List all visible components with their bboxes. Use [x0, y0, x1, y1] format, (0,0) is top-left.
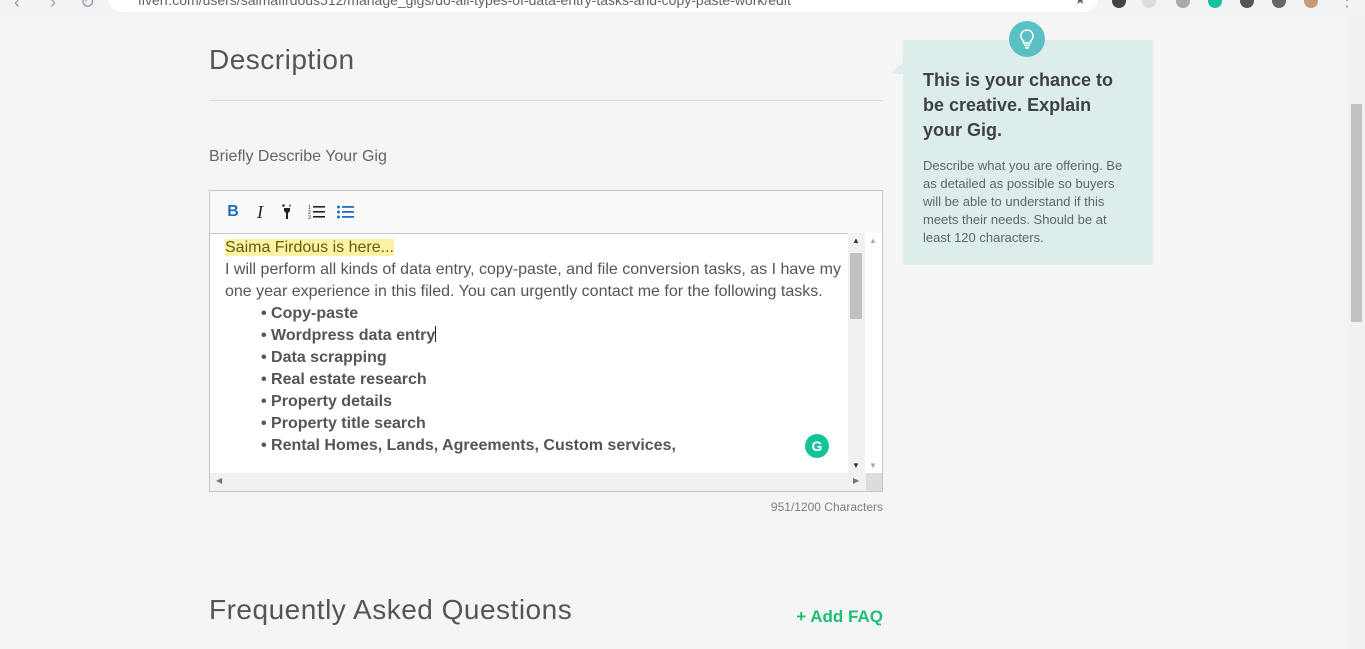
tip-heading: This is your chance to be creative. Expl… [923, 70, 1114, 140]
list-item: Property title search [261, 413, 848, 435]
scroll-down-icon[interactable]: ▼ [852, 461, 860, 470]
intro-highlight: Saima Firdous is here... [225, 239, 394, 256]
tip-box: This is your chance to be creative. Expl… [891, 40, 1153, 265]
italic-icon[interactable]: I [249, 201, 271, 223]
textarea-scrollbar-thumb[interactable] [850, 253, 862, 319]
bullet-list-icon[interactable] [334, 201, 356, 223]
description-editor[interactable]: B I 123 Saima Firdous is here... I will … [209, 190, 883, 492]
bold-icon[interactable]: B [222, 201, 244, 223]
textarea-horizontal-scrollbar[interactable]: ◀ ▶ [210, 473, 866, 491]
extension-icon[interactable] [1240, 0, 1254, 8]
address-url: fiverr.com/users/saimafirdous512/manage_… [138, 0, 791, 8]
extension-icon[interactable] [1112, 0, 1126, 8]
browser-toolbar: ‹ › ↻ fiverr.com/users/saimafirdous512/m… [0, 0, 1365, 16]
back-icon[interactable]: ‹ [14, 0, 20, 13]
add-faq-button[interactable]: + Add FAQ [780, 607, 883, 627]
paint-format-icon[interactable] [276, 201, 298, 223]
textarea-scrollbar[interactable]: ▲ ▼ ▲ ▼ [848, 233, 882, 473]
list-item: Real estate research [261, 369, 848, 391]
list-item: Wordpress data entry [261, 325, 848, 347]
scroll-up-icon[interactable]: ▲ [852, 236, 860, 245]
scroll-corner [866, 473, 882, 491]
bookmark-star-icon[interactable]: ★ [1074, 0, 1086, 12]
extension-icon[interactable] [1142, 0, 1156, 8]
description-paragraph: I will perform all kinds of data entry, … [225, 261, 841, 300]
address-bar[interactable]: fiverr.com/users/saimafirdous512/manage_… [108, 0, 1098, 12]
divider [209, 100, 883, 101]
bullet-list: Copy-paste Wordpress data entry Data scr… [225, 303, 848, 457]
section-title-faq: Frequently Asked Questions [209, 594, 573, 625]
grammarly-icon[interactable]: G [805, 434, 829, 458]
forward-icon[interactable]: › [50, 0, 56, 13]
list-item: Rental Homes, Lands, Agreements, Custom … [261, 435, 848, 457]
scroll-left-icon[interactable]: ◀ [216, 476, 222, 485]
resize-down-icon[interactable]: ▼ [869, 461, 877, 470]
section-title-description: Description [209, 44, 355, 75]
puzzle-icon[interactable] [1272, 0, 1286, 8]
svg-text:3: 3 [308, 215, 311, 220]
resize-up-icon[interactable]: ▲ [869, 236, 877, 245]
reload-icon[interactable]: ↻ [80, 0, 95, 13]
description-textarea[interactable]: Saima Firdous is here... I will perform … [210, 233, 848, 473]
grammarly-extension-icon[interactable] [1208, 0, 1222, 8]
page-scrollbar[interactable] [1349, 16, 1365, 649]
list-item: Copy-paste [261, 303, 848, 325]
field-label: Briefly Describe Your Gig [209, 148, 387, 165]
list-item: Data scrapping [261, 347, 848, 369]
list-item: Property details [261, 391, 848, 413]
text-caret [435, 326, 437, 342]
menu-icon[interactable]: ⋮ [1338, 0, 1356, 11]
tip-body: Describe what you are offering. Be as de… [923, 158, 1123, 245]
character-count: 951/1200 Characters [770, 500, 883, 514]
lightbulb-icon [1009, 21, 1045, 57]
ordered-list-icon[interactable]: 123 [305, 201, 327, 223]
page-scrollbar-thumb[interactable] [1351, 104, 1362, 322]
avatar[interactable] [1304, 0, 1318, 8]
scroll-right-icon[interactable]: ▶ [853, 476, 859, 485]
extension-icon[interactable] [1176, 0, 1190, 8]
editor-toolbar: B I 123 [210, 191, 882, 234]
